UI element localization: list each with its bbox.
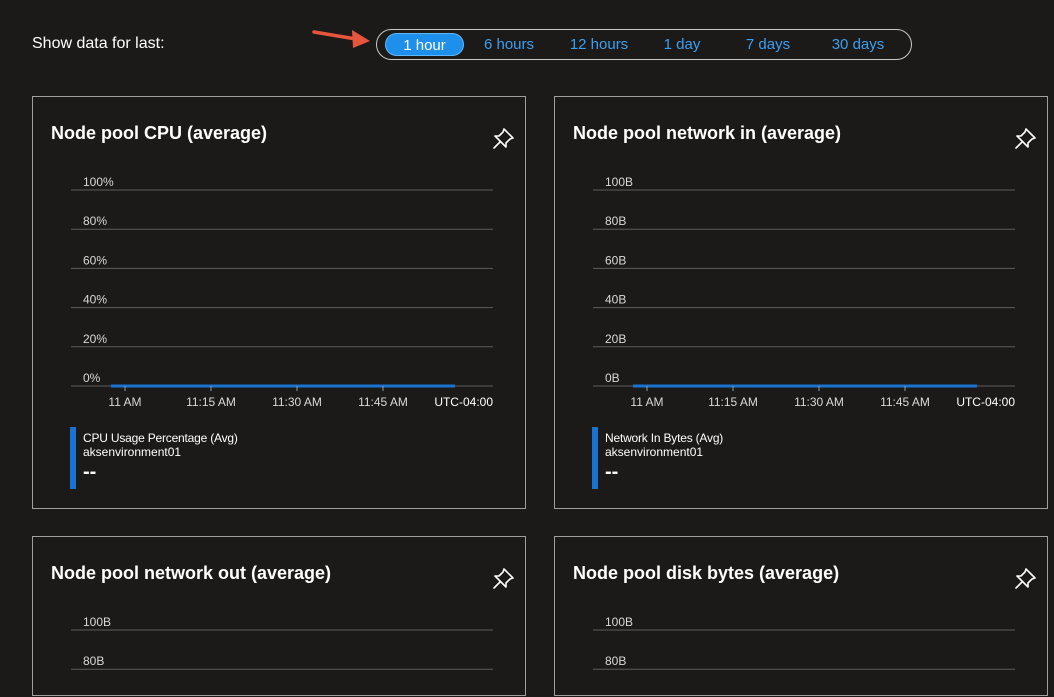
y-tick-label: 80B — [83, 654, 104, 668]
y-tick-label: 40B — [605, 293, 626, 307]
y-tick-label: 80B — [605, 654, 626, 668]
legend-value: -- — [605, 461, 619, 483]
y-tick-label: 20% — [83, 332, 107, 346]
cpu-chart-card: Node pool CPU (average) 100% 80% 60% 40% 20%… — [32, 96, 526, 509]
y-tick-label: 0B — [605, 371, 620, 385]
time-range-selector: 1 hour 6 hours 12 hours 1 day 7 days 30 … — [376, 29, 912, 60]
cpu-chart: 100% 80% 60% 40% 20% 0% 11 AM 11:15 AM 11:30 AM 1… — [71, 175, 493, 409]
legend-resource: aksenvironment01 — [605, 445, 704, 459]
range-12-hours[interactable]: 12 hours — [559, 33, 639, 56]
red-arrow-icon — [312, 30, 370, 48]
y-tick-label: 60% — [83, 253, 107, 267]
y-tick-label: 80% — [83, 214, 107, 228]
legend-resource: aksenvironment01 — [83, 445, 182, 459]
y-tick-label: 80B — [605, 214, 626, 228]
x-tick-label: 11 AM — [630, 395, 663, 409]
legend-metric: Network In Bytes (Avg) — [605, 431, 724, 445]
legend-color-bar — [592, 427, 598, 489]
range-1-day[interactable]: 1 day — [657, 33, 707, 56]
y-tick-label: 0% — [83, 371, 101, 385]
x-tick-label: 11:15 AM — [708, 395, 758, 409]
show-data-label: Show data for last: — [32, 35, 165, 52]
y-tick-label: 100B — [605, 175, 633, 189]
timezone-label: UTC-04:00 — [956, 395, 1015, 409]
disk-bytes-chart: 100B 80B — [593, 615, 1015, 670]
range-30-days[interactable]: 30 days — [825, 33, 891, 56]
y-tick-label: 60B — [605, 253, 626, 267]
network-in-chart-card: Node pool network in (average) 100B 80B 60… — [554, 96, 1048, 509]
x-tick-label: 11:30 AM — [272, 395, 322, 409]
y-tick-label: 100B — [605, 615, 633, 629]
range-6-hours[interactable]: 6 hours — [474, 33, 544, 56]
x-tick-label: 11:45 AM — [880, 395, 930, 409]
disk-bytes-chart-card: Node pool disk bytes (average) 100B 80B — [554, 536, 1048, 696]
range-1-hour[interactable]: 1 hour — [385, 33, 464, 56]
legend-metric: CPU Usage Percentage (Avg) — [83, 431, 238, 445]
x-tick-label: 11:15 AM — [186, 395, 236, 409]
x-tick-label: 11:45 AM — [358, 395, 408, 409]
y-tick-label: 100% — [83, 175, 114, 189]
legend-color-bar — [70, 427, 76, 489]
range-7-days[interactable]: 7 days — [739, 33, 797, 56]
y-tick-label: 100B — [83, 615, 111, 629]
y-tick-label: 40% — [83, 293, 107, 307]
y-tick-label: 20B — [605, 332, 626, 346]
timezone-label: UTC-04:00 — [434, 395, 493, 409]
network-out-chart-card: Node pool network out (average) 100B 80B — [32, 536, 526, 696]
network-out-chart: 100B 80B — [71, 615, 493, 670]
network-in-chart: 100B 80B 60B 40B 20B 0B 11 AM 11:15 AM 11:30 AM 1… — [593, 175, 1015, 409]
x-tick-label: 11 AM — [108, 395, 141, 409]
x-tick-label: 11:30 AM — [794, 395, 844, 409]
legend-value: -- — [83, 461, 97, 483]
